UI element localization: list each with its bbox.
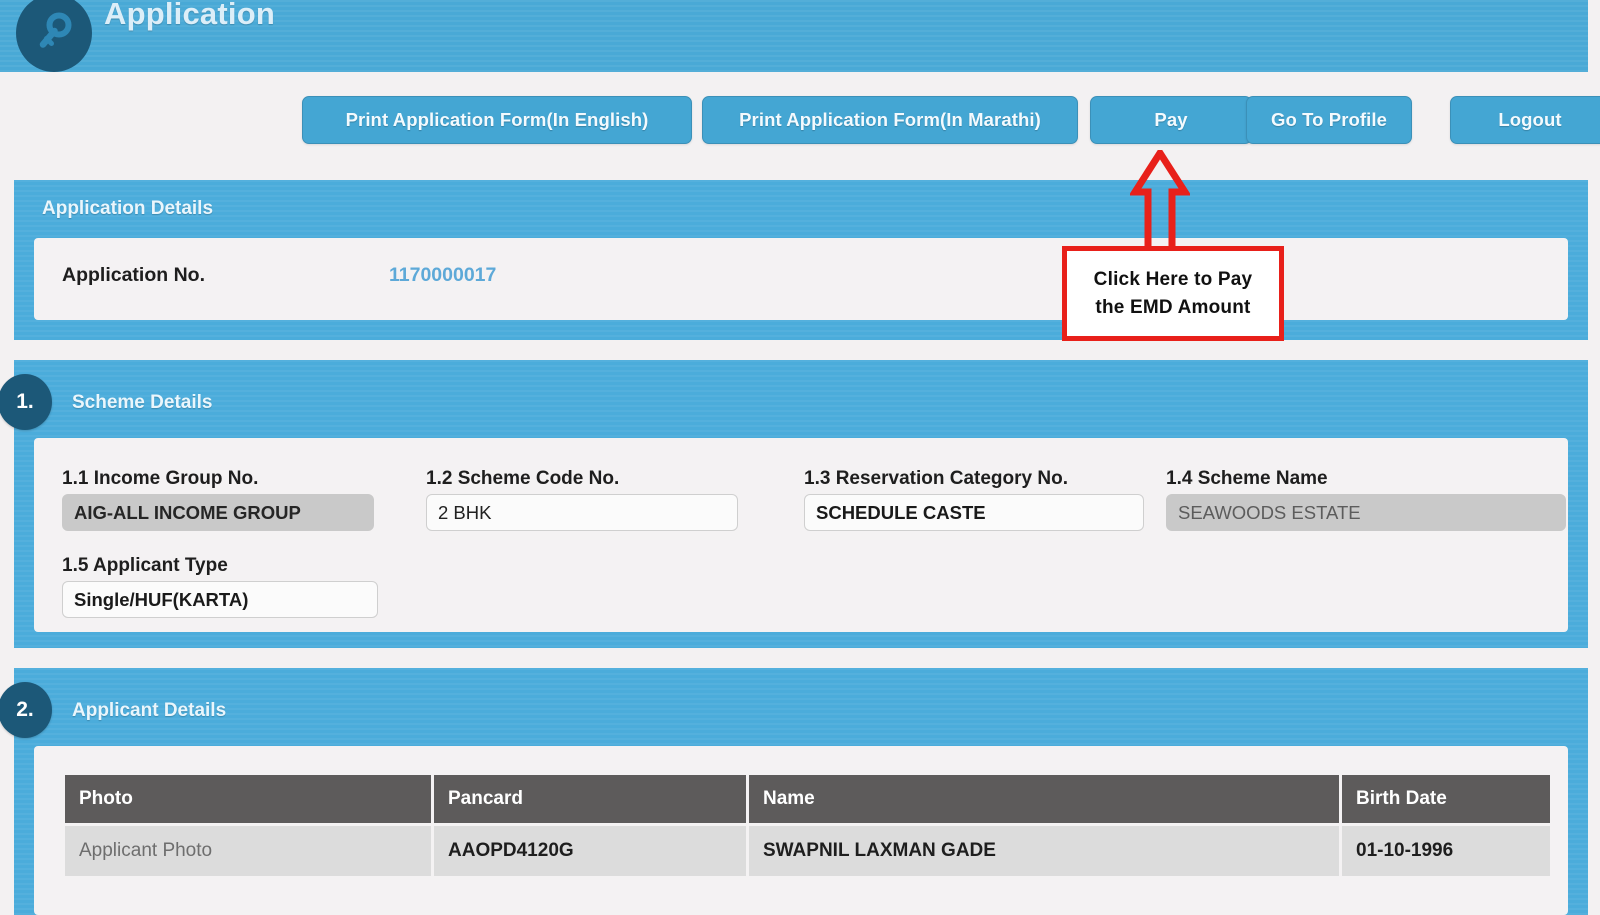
cell-birth-date: 01-10-1996 [1342,826,1550,876]
scheme-code-label: 1.2 Scheme Code No. [426,468,620,489]
page-title: Application [104,0,275,31]
column-header-name: Name [749,775,1339,823]
applicant-details-title: Applicant Details [72,700,227,721]
page-header: Application [0,0,1588,72]
reservation-category-field[interactable]: SCHEDULE CASTE [804,494,1144,531]
scheme-details-panel: 1. Scheme Details 1.1 Income Group No. A… [0,360,1588,648]
scheme-name-label: 1.4 Scheme Name [1166,468,1328,489]
print-application-marathi-button[interactable]: Print Application Form(In Marathi) [702,96,1078,144]
column-header-photo: Photo [65,775,431,823]
income-group-label: 1.1 Income Group No. [62,468,259,489]
go-to-profile-button[interactable]: Go To Profile [1246,96,1412,144]
application-details-panel: Application Details Application No. 1170… [14,180,1588,340]
application-no-label: Application No. [62,264,205,286]
applicant-table: Photo Pancard Name Birth Date Applicant … [62,772,1553,879]
applicant-section-number: 2. [0,682,52,738]
cell-name: SWAPNIL LAXMAN GADE [749,826,1339,876]
table-row: Applicant Photo AAOPD4120G SWAPNIL LAXMA… [65,826,1550,876]
cell-photo: Applicant Photo [65,826,431,876]
application-details-body: Application No. 1170000017 [34,238,1568,320]
pay-button[interactable]: Pay [1090,96,1252,144]
column-header-birth-date: Birth Date [1342,775,1550,823]
application-page: Application Print Application Form(In En… [0,0,1600,915]
scheme-details-title: Scheme Details [72,392,213,413]
applicant-details-panel: 2. Applicant Details Photo Pancard Name … [0,668,1588,915]
action-toolbar: Print Application Form(In English) Print… [0,72,1600,162]
scheme-name-field: SEAWOODS ESTATE [1166,494,1566,531]
scheme-code-field[interactable]: 2 BHK [426,494,738,531]
reservation-category-label: 1.3 Reservation Category No. [804,468,1068,489]
applicant-type-field[interactable]: Single/HUF(KARTA) [62,581,378,618]
applicant-details-body: Photo Pancard Name Birth Date Applicant … [34,746,1568,915]
scheme-details-body: 1.1 Income Group No. AIG-ALL INCOME GROU… [34,438,1568,632]
application-no-value[interactable]: 1170000017 [389,264,496,287]
table-header-row: Photo Pancard Name Birth Date [65,775,1550,823]
scheme-section-number: 1. [0,374,52,430]
cell-pancard: AAOPD4120G [434,826,746,876]
logout-button[interactable]: Logout [1450,96,1600,144]
column-header-pancard: Pancard [434,775,746,823]
applicant-type-label: 1.5 Applicant Type [62,555,228,576]
key-icon [16,0,92,72]
print-application-english-button[interactable]: Print Application Form(In English) [302,96,692,144]
income-group-field: AIG-ALL INCOME GROUP [62,494,374,531]
application-details-title: Application Details [42,198,214,219]
